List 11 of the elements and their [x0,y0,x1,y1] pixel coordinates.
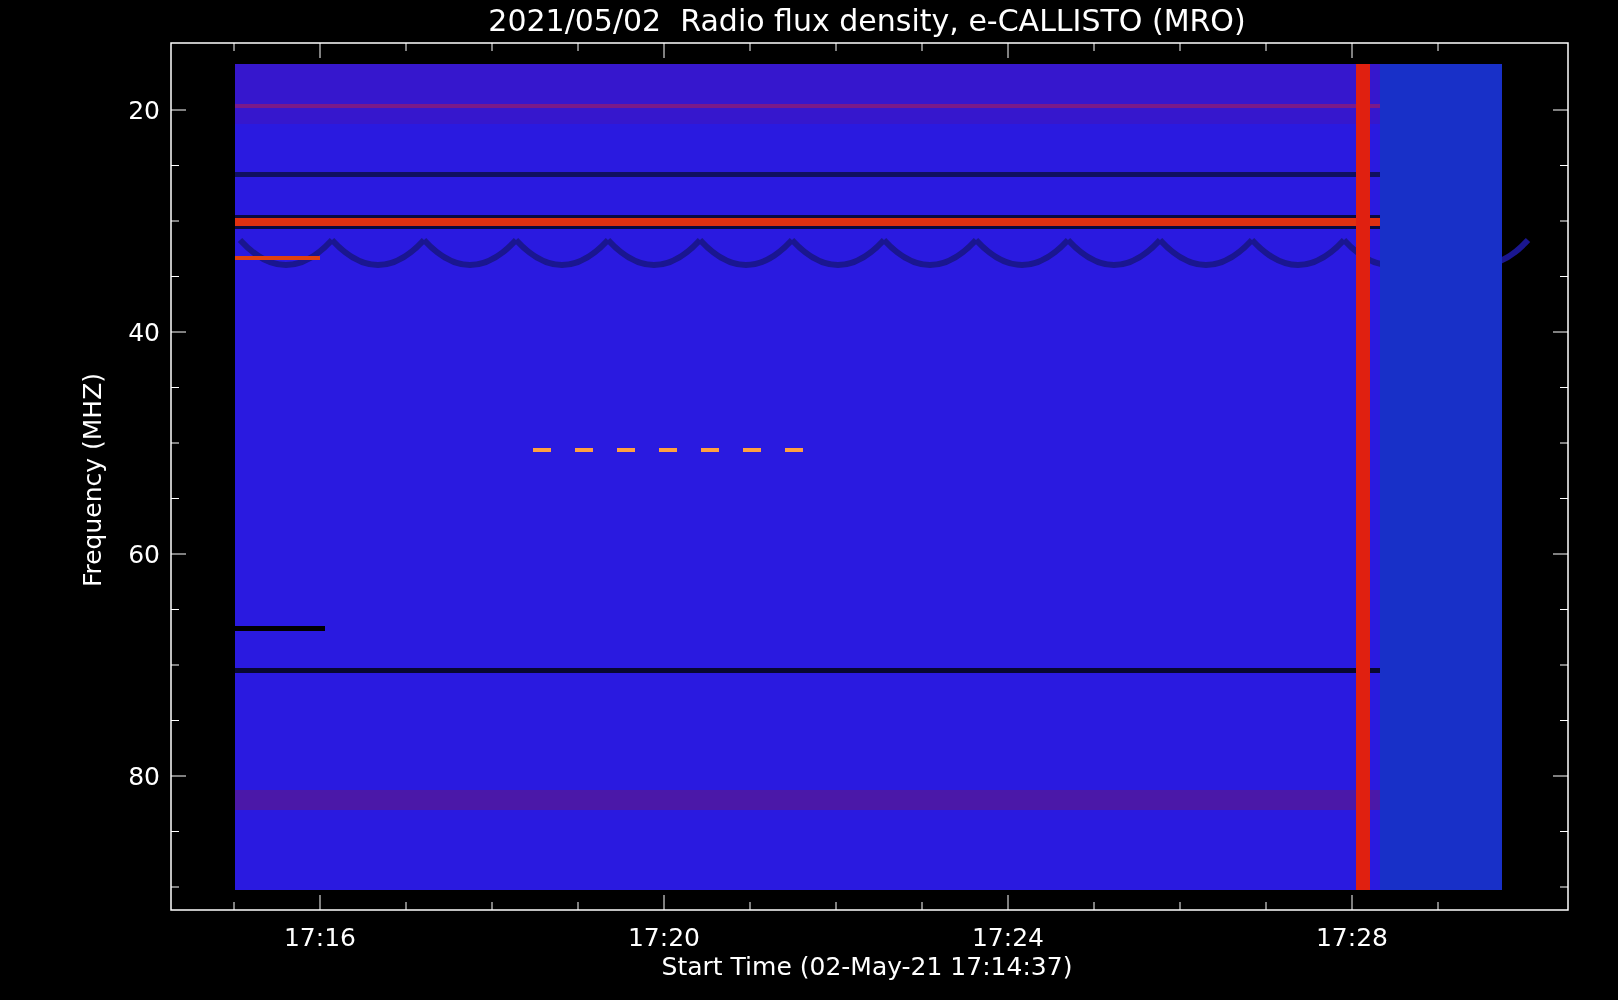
x-tick-label: 17:28 [1316,923,1388,952]
x-tick-label: 17:16 [284,923,356,952]
x-tick-label: 17:20 [628,923,700,952]
chart-title: 2021/05/02 Radio flux density, e-CALLISTO (MRO) [488,3,1246,38]
y-tick-label: 20 [128,96,160,125]
x-tick-label: 17:24 [972,923,1044,952]
y-tick-label: 80 [128,762,160,791]
y-tick-label: 40 [128,318,160,347]
x-axis-label: Start Time (02-May-21 17:14:37) [661,952,1073,981]
y-tick-label: 60 [128,540,160,569]
y-axis-label: Frequency (MHZ) [78,372,107,588]
